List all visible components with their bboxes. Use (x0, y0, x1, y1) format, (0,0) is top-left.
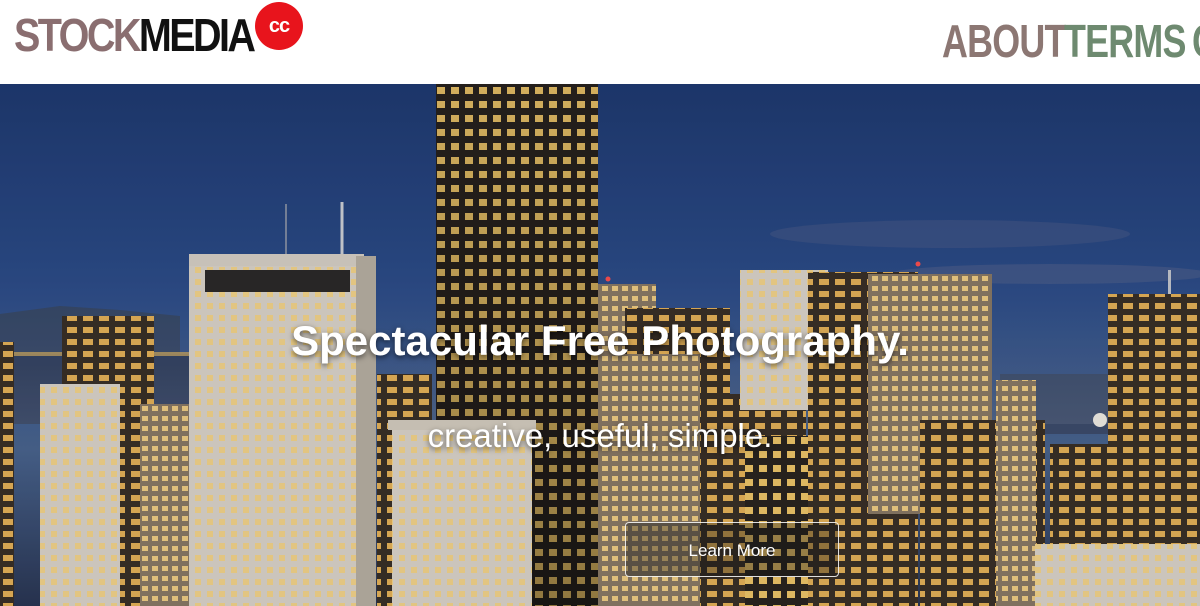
main-nav: ABOUT TERMS C (942, 16, 1200, 66)
nav-contact-link[interactable]: C (1192, 16, 1200, 66)
nav-about-link[interactable]: ABOUT (942, 16, 1066, 66)
logo-stock-text: STOCK (14, 9, 141, 61)
site-logo[interactable]: STOCKMEDIA cc (14, 2, 303, 66)
site-header: STOCKMEDIA cc ABOUT TERMS C (0, 0, 1200, 84)
logo-media-text: MEDIA (138, 9, 256, 61)
hero-subtitle: creative, useful, simple. (427, 417, 773, 454)
nav-terms-link[interactable]: TERMS (1064, 16, 1186, 66)
logo-cc-badge: cc (255, 2, 303, 50)
hero-section: Spectacular Free Photography. creative, … (0, 84, 1200, 606)
hero-title: Spectacular Free Photography. (291, 317, 909, 364)
logo-wordmark: STOCKMEDIA (14, 9, 256, 61)
learn-more-button[interactable]: Learn More (625, 522, 839, 577)
